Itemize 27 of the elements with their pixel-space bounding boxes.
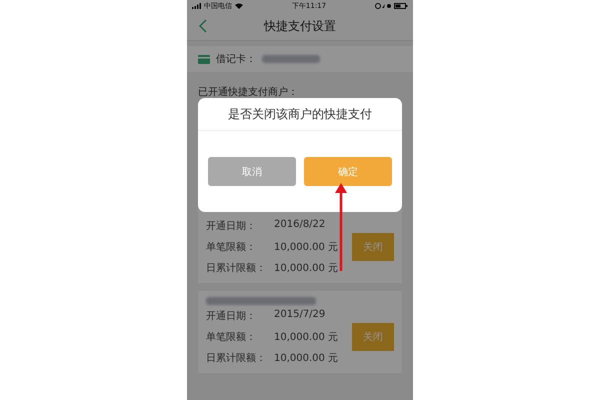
status-icons — [375, 3, 391, 9]
dialog-message: 是否关闭该商户的快捷支付 — [198, 98, 402, 131]
back-icon[interactable] — [199, 19, 207, 33]
field-label: 单笔限额： — [206, 240, 257, 254]
field-value: 2016/8/22 — [274, 219, 326, 232]
close-merchant-button[interactable]: 关闭 — [352, 323, 394, 351]
battery-icon — [394, 3, 408, 9]
field-label: 开通日期： — [206, 310, 257, 323]
field-label: 日累计限额： — [206, 262, 267, 275]
card-label: 借记卡： — [216, 52, 256, 66]
field-value: 10,000.00 元 — [274, 262, 338, 275]
page-title: 快捷支付设置 — [264, 18, 336, 34]
confirm-button[interactable]: 确定 — [304, 157, 392, 186]
card-icon — [198, 54, 210, 64]
section-title: 已开通快捷支付商户： — [198, 87, 298, 98]
field-value: 10,000.00 元 — [274, 331, 338, 344]
field-label: 单笔限额： — [206, 330, 257, 344]
signal-icon — [192, 3, 201, 9]
field-value: 10,000.00 元 — [274, 352, 338, 365]
wifi-icon — [235, 3, 243, 9]
close-merchant-button[interactable]: 关闭 — [352, 233, 394, 261]
blurred-card-number — [262, 55, 320, 63]
field-label: 开通日期： — [206, 220, 257, 233]
field-label: 日累计限额： — [206, 352, 267, 365]
cancel-button[interactable]: 取消 — [208, 157, 296, 186]
field-value: 10,000.00 元 — [274, 241, 338, 254]
field-value: 2015/7/29 — [274, 309, 326, 322]
